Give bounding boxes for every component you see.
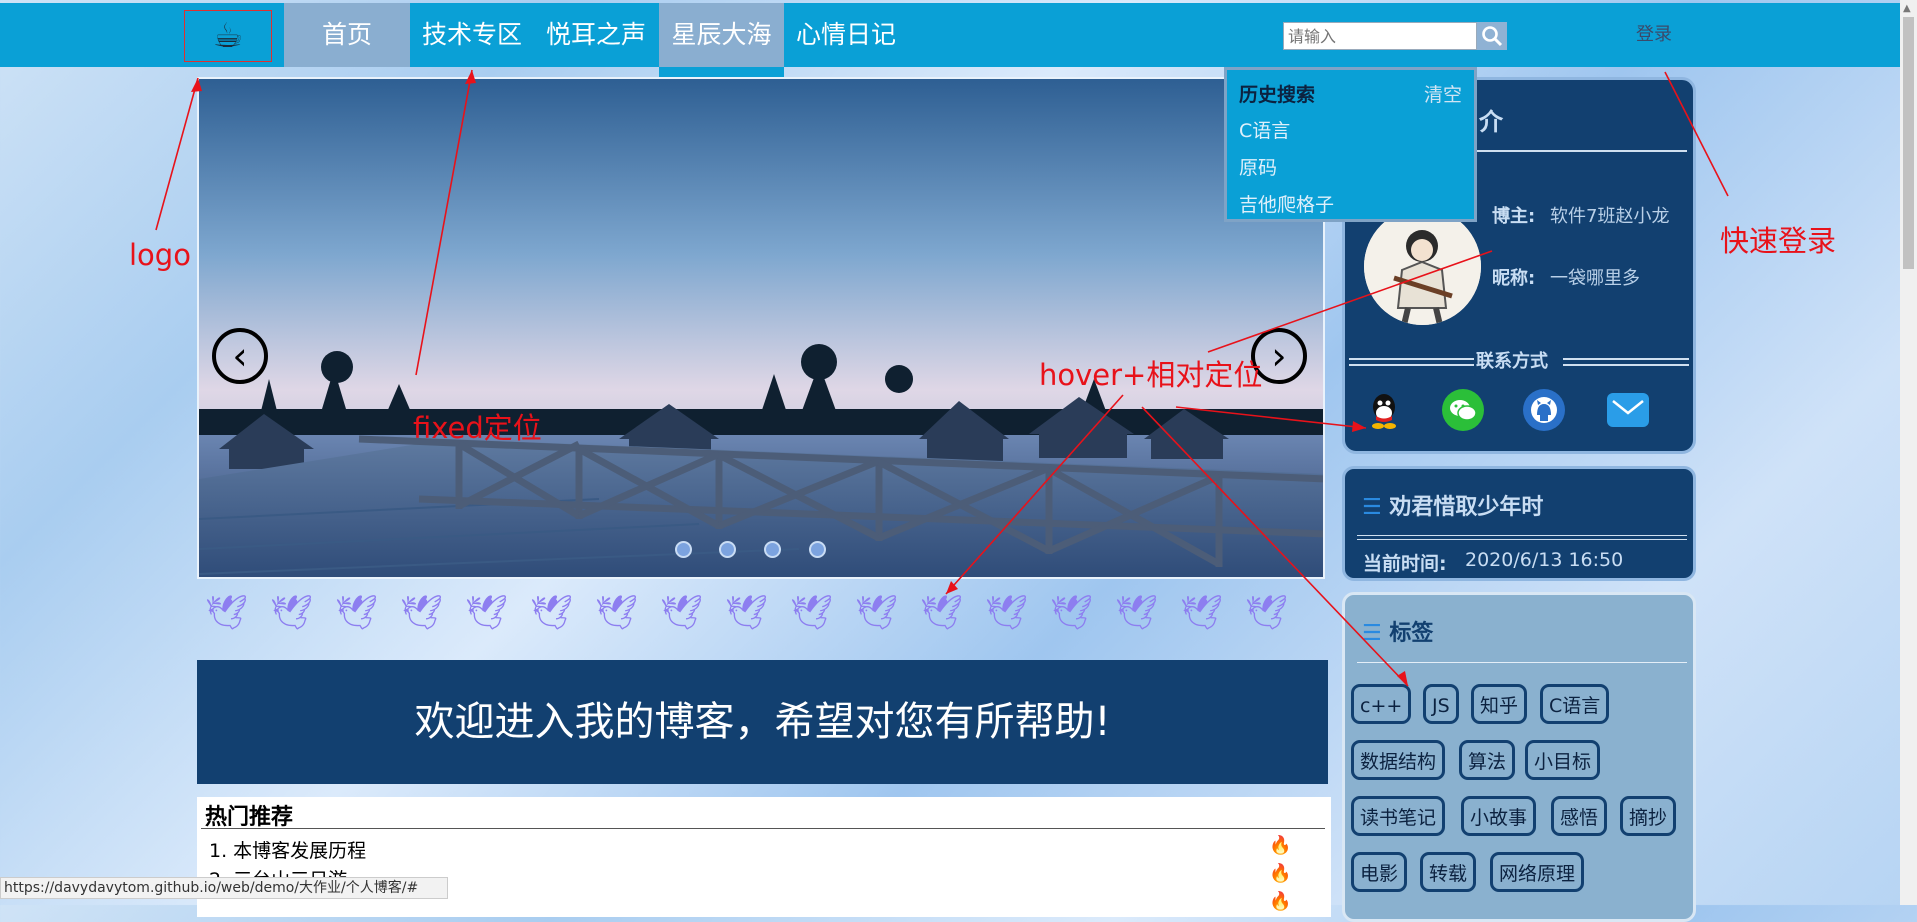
annotation-fixed-position: fixed定位 — [413, 411, 542, 445]
annotation-quick-login: 快速登录 — [1720, 224, 1837, 258]
annotation-arrows — [155, 69, 1729, 687]
annotation-hover-relative: hover+相对定位 — [1039, 358, 1263, 392]
annotation-logo: logo — [129, 238, 191, 272]
